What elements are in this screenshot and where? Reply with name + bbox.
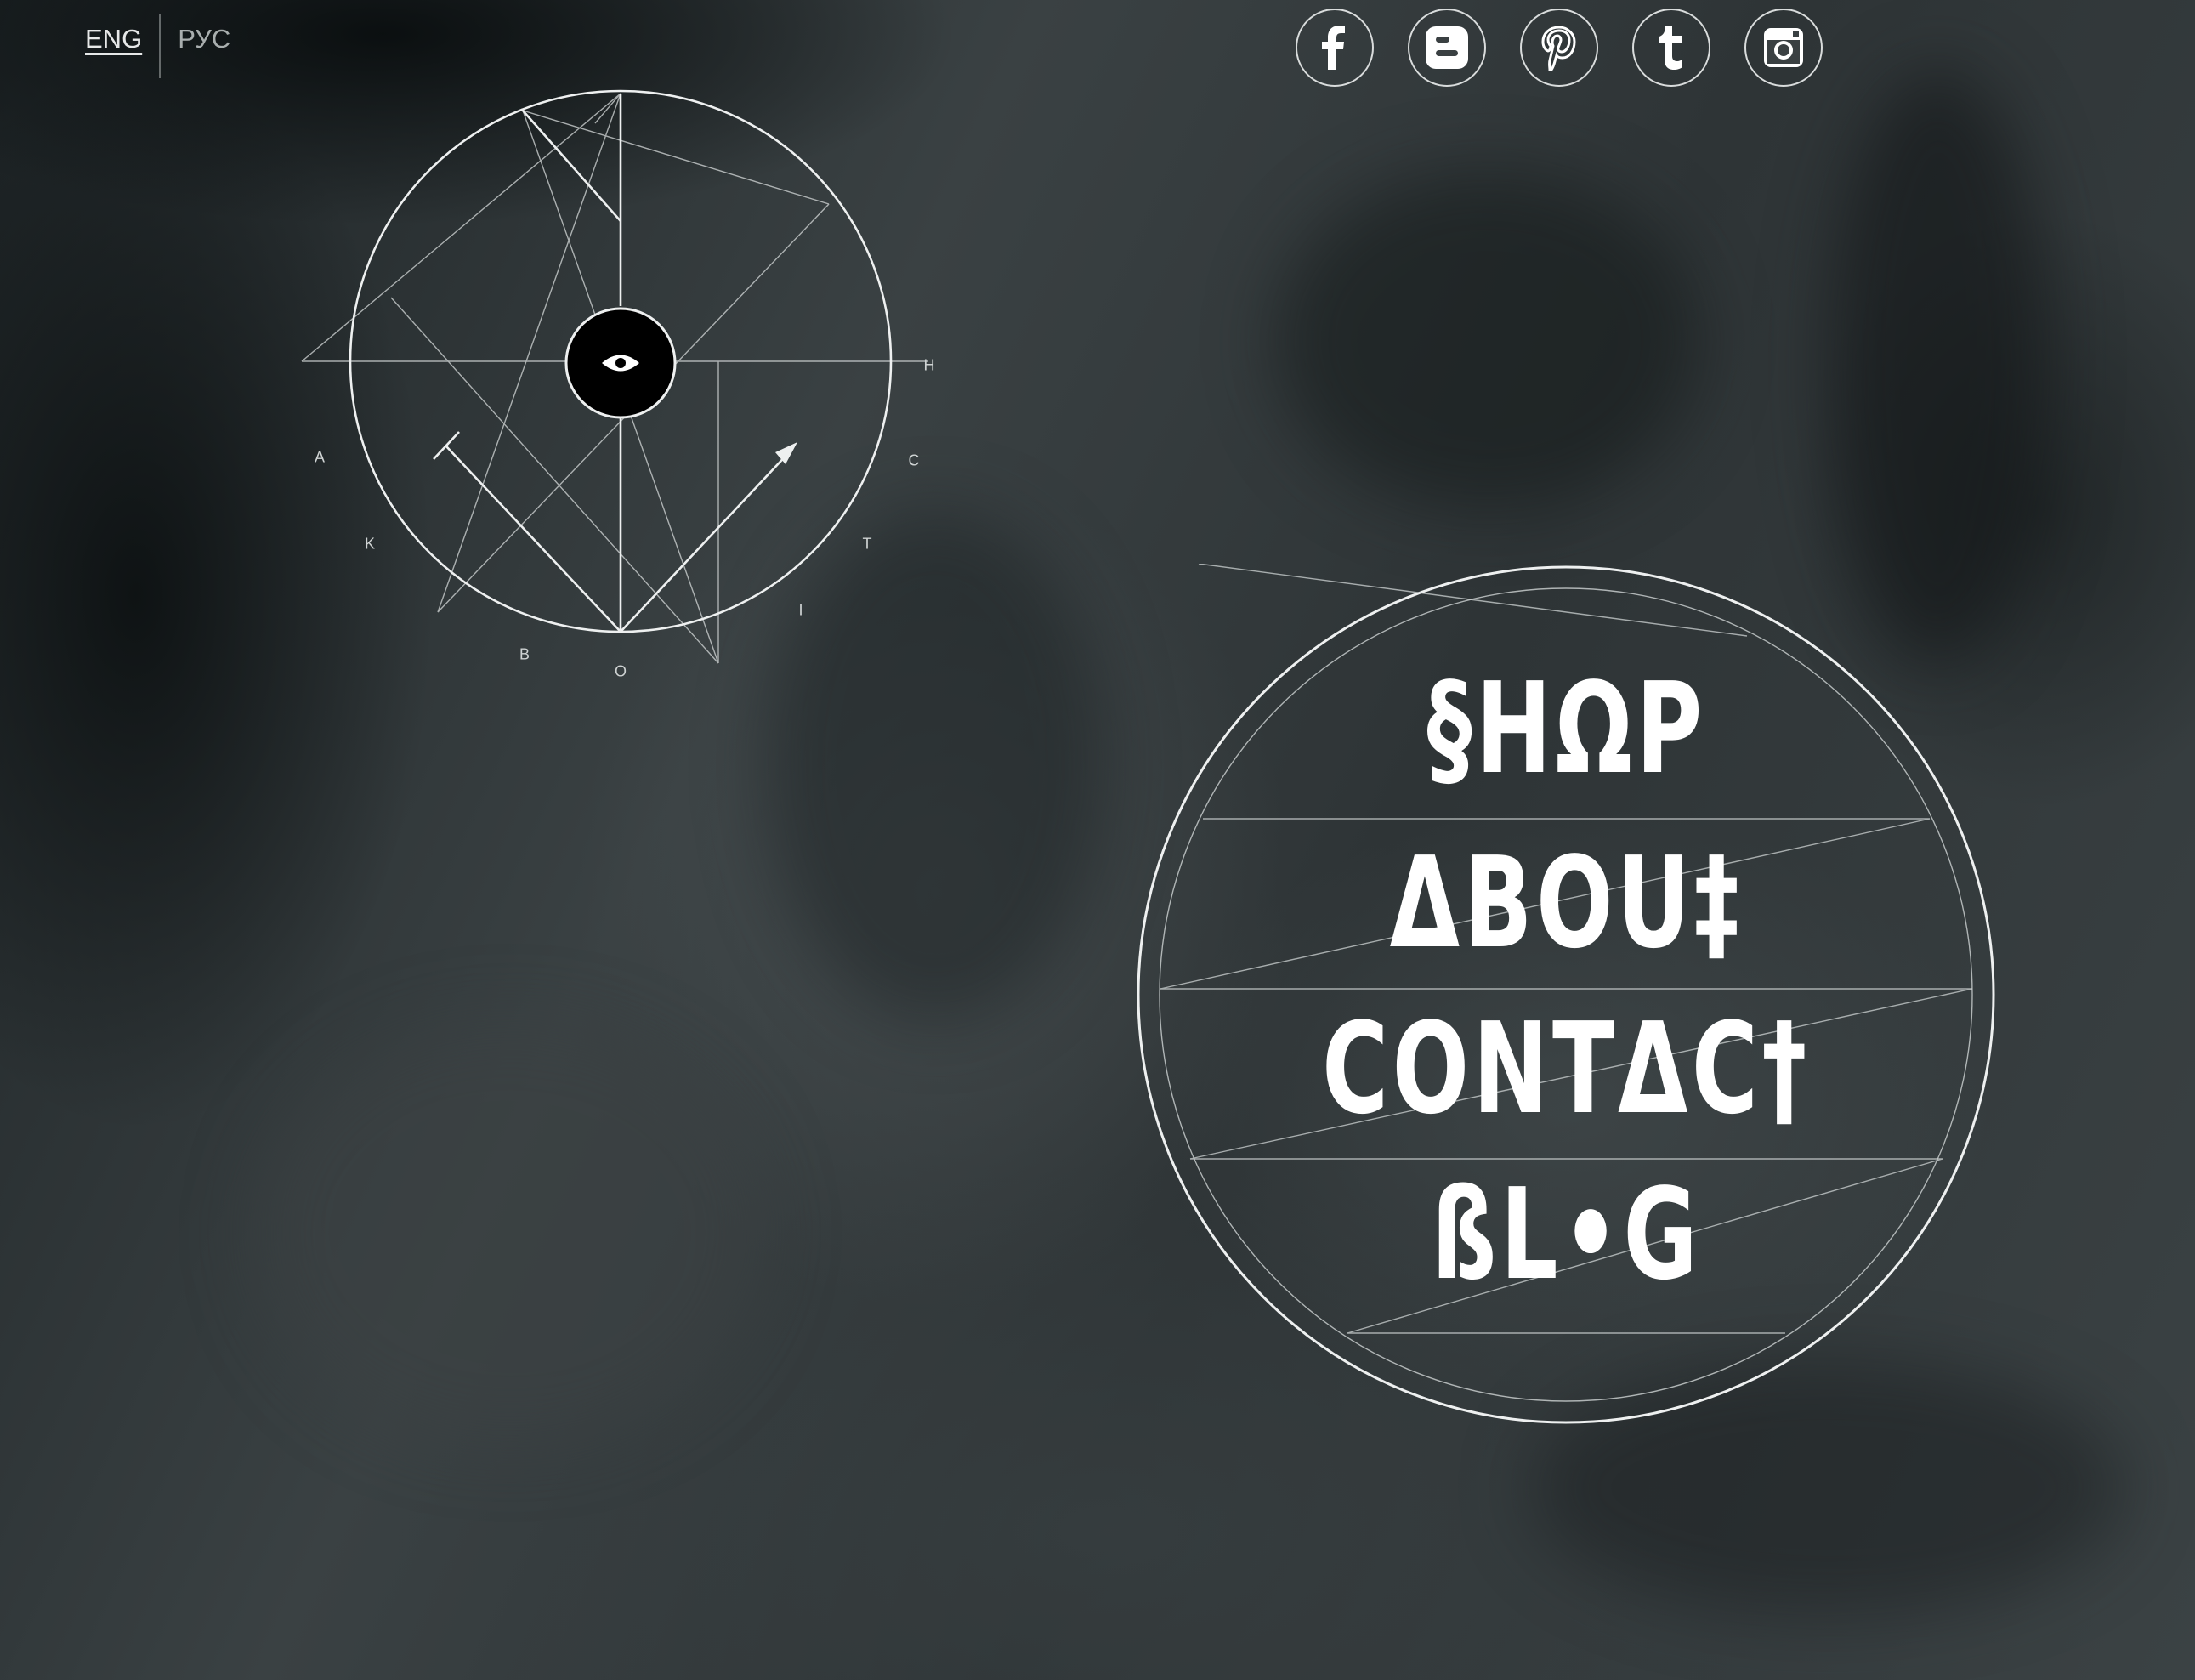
language-switcher: ENG РУС bbox=[85, 14, 230, 83]
social-links bbox=[1296, 9, 1823, 87]
blogger-icon bbox=[1426, 26, 1468, 69]
tumblr-icon bbox=[1659, 26, 1682, 70]
facebook-button[interactable] bbox=[1296, 9, 1374, 87]
main-navigation: §HΩP ΔBOU‡ CONTΔC† ßL•G bbox=[1135, 564, 1998, 1427]
logo-letter-k: K bbox=[364, 535, 376, 553]
logo-letter-b: B bbox=[519, 645, 530, 663]
logo-letter-o: O bbox=[614, 662, 627, 680]
nav-shop-link[interactable]: §HΩP bbox=[1256, 666, 1877, 792]
lang-eng-link[interactable]: ENG bbox=[85, 19, 142, 54]
pinterest-icon bbox=[1541, 26, 1576, 71]
logo-letter-c: C bbox=[908, 451, 920, 469]
nav-blog-link[interactable]: ßL•G bbox=[1256, 1172, 1877, 1297]
logo-letter-h: H bbox=[923, 356, 935, 374]
instagram-icon bbox=[1764, 28, 1803, 67]
blogger-button[interactable] bbox=[1408, 9, 1486, 87]
logo-letter-i: I bbox=[798, 601, 803, 619]
page-background: ENG РУС A K B O I T C H §HΩP ΔBOU‡ CONTΔ… bbox=[0, 0, 2195, 1680]
logo-letter-t: T bbox=[862, 535, 872, 553]
tumblr-button[interactable] bbox=[1632, 9, 1710, 87]
logo-geometry bbox=[301, 89, 928, 664]
lang-rus-link[interactable]: РУС bbox=[178, 19, 230, 54]
instagram-button[interactable] bbox=[1744, 9, 1823, 87]
lang-divider bbox=[159, 14, 162, 78]
nav-about-link[interactable]: ΔBOU‡ bbox=[1256, 840, 1877, 966]
facebook-icon bbox=[1322, 26, 1345, 70]
logo-emblem[interactable]: A K B O I T C H bbox=[289, 85, 952, 697]
logo-letter-a: A bbox=[314, 448, 326, 466]
pinterest-button[interactable] bbox=[1520, 9, 1598, 87]
nav-contact-link[interactable]: CONTΔC† bbox=[1256, 1006, 1877, 1132]
